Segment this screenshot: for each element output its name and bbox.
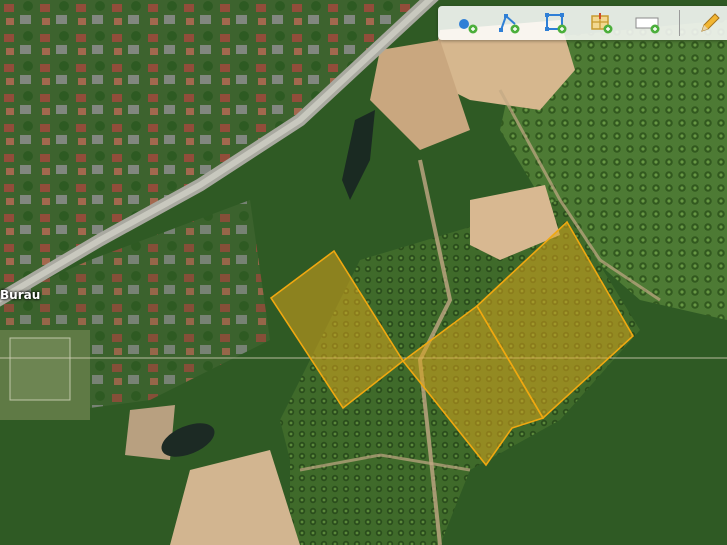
add-label-tool[interactable] — [634, 10, 662, 36]
polygon-icon — [545, 13, 567, 34]
polyline-icon — [499, 14, 520, 34]
add-polygon-tool[interactable] — [541, 10, 569, 36]
label-box-icon — [635, 17, 660, 34]
add-point-tool[interactable] — [453, 10, 481, 36]
add-parcel-tool[interactable] — [587, 10, 615, 36]
place-label: Burau — [0, 288, 41, 302]
parcel-icon — [591, 13, 613, 34]
point-icon — [459, 19, 478, 34]
map-toolbar — [438, 6, 727, 40]
pencil-icon — [701, 13, 720, 32]
satellite-map[interactable] — [0, 0, 727, 545]
add-line-tool[interactable] — [495, 10, 523, 36]
edit-tool[interactable] — [696, 10, 724, 36]
toolbar-separator — [679, 10, 680, 36]
